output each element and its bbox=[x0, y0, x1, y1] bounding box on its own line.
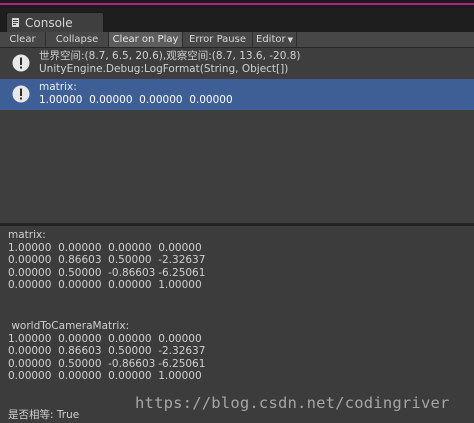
error-pause-toggle[interactable]: Error Pause bbox=[183, 32, 253, 47]
detail-world-to-camera-block: worldToCameraMatrix: 1.00000 0.00000 0.0… bbox=[8, 320, 206, 383]
log-entry-stack: 1.00000 0.00000 0.00000 0.00000 bbox=[39, 94, 233, 106]
log-entry-stack: UnityEngine.Debug:LogFormat(String, Obje… bbox=[39, 63, 289, 75]
log-entry[interactable]: 世界空间:(8.7, 6.5, 20.6),观察空间:(8.7, 13.6, -… bbox=[0, 48, 474, 79]
collapse-button[interactable]: Collapse bbox=[46, 32, 109, 47]
log-entry-selected[interactable]: matrix: 1.00000 0.00000 0.00000 0.00000 bbox=[0, 79, 474, 110]
editor-dropdown-label: Editor bbox=[256, 34, 286, 45]
log-entry-message: matrix: bbox=[39, 81, 77, 93]
tab-bar: Console bbox=[0, 8, 474, 32]
tab-console-label: Console bbox=[25, 15, 73, 30]
console-icon bbox=[12, 18, 19, 27]
window-top-strip bbox=[0, 0, 474, 8]
log-entry-message: 世界空间:(8.7, 6.5, 20.6),观察空间:(8.7, 13.6, -… bbox=[39, 50, 301, 62]
tab-console[interactable]: Console bbox=[6, 12, 104, 32]
clear-on-play-toggle[interactable]: Clear on Play bbox=[109, 32, 183, 47]
info-icon bbox=[12, 85, 30, 103]
editor-dropdown[interactable]: Editor ▼ bbox=[253, 32, 297, 47]
log-entry-text: matrix: 1.00000 0.00000 0.00000 0.00000 bbox=[39, 81, 233, 107]
log-entry-text: 世界空间:(8.7, 6.5, 20.6),观察空间:(8.7, 13.6, -… bbox=[39, 50, 301, 76]
watermark: https://blog.csdn.net/codingriver bbox=[135, 394, 450, 412]
detail-matrix-block: matrix: 1.00000 0.00000 0.00000 0.00000 … bbox=[8, 229, 206, 292]
accent-border bbox=[0, 3, 474, 5]
log-list: 世界空间:(8.7, 6.5, 20.6),观察空间:(8.7, 13.6, -… bbox=[0, 48, 474, 223]
console-toolbar: Clear Collapse Clear on Play Error Pause… bbox=[0, 32, 474, 48]
detail-result-line: 是否相等: True bbox=[8, 409, 80, 421]
info-icon bbox=[12, 54, 30, 72]
chevron-down-icon: ▼ bbox=[287, 36, 293, 44]
clear-button[interactable]: Clear bbox=[0, 32, 46, 47]
